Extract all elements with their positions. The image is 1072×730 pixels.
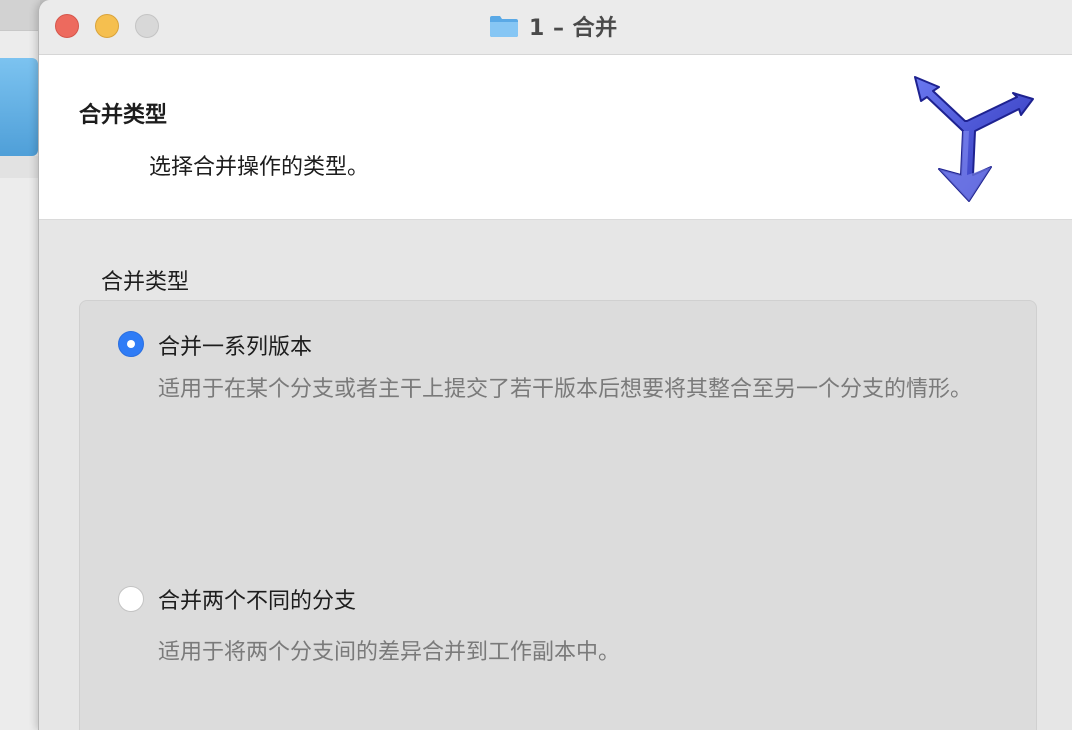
window-title: 1 – 合并	[489, 10, 618, 42]
background-window	[0, 0, 40, 730]
merge-two-trees-radio[interactable]	[118, 586, 144, 612]
merge-arrow-icon	[914, 76, 1034, 202]
window-title-text: 1 – 合并	[529, 16, 618, 41]
wizard-header: 合并类型 选择合并操作的类型。	[39, 55, 1072, 220]
merge-type-group: 合并一系列版本 适用于在某个分支或者主干上提交了若干版本后想要将其整合至另一个分…	[79, 300, 1037, 730]
page-subtitle: 选择合并操作的类型。	[149, 155, 370, 180]
folder-icon	[489, 14, 519, 38]
minimize-button[interactable]	[95, 14, 119, 38]
background-folder-icon	[0, 58, 38, 156]
title-bar: 1 – 合并	[39, 0, 1072, 55]
merge-range-label[interactable]: 合并一系列版本	[158, 329, 312, 361]
background-strip	[0, 156, 38, 178]
merge-two-trees-label[interactable]: 合并两个不同的分支	[158, 583, 356, 615]
merge-two-trees-description: 适用于将两个分支间的差异合并到工作副本中。	[158, 640, 621, 665]
merge-type-group-label: 合并类型	[101, 270, 190, 295]
merge-range-radio[interactable]	[118, 331, 144, 357]
page-title: 合并类型	[79, 103, 168, 128]
close-button[interactable]	[55, 14, 79, 38]
zoom-button[interactable]	[135, 14, 159, 38]
merge-range-description: 适用于在某个分支或者主干上提交了若干版本后想要将其整合至另一个分支的情形。	[158, 377, 973, 402]
merge-wizard-window: 1 – 合并 合并类型 选择合并操作的类型。 合并类型 合并一系列版本 适用于在…	[38, 0, 1072, 730]
